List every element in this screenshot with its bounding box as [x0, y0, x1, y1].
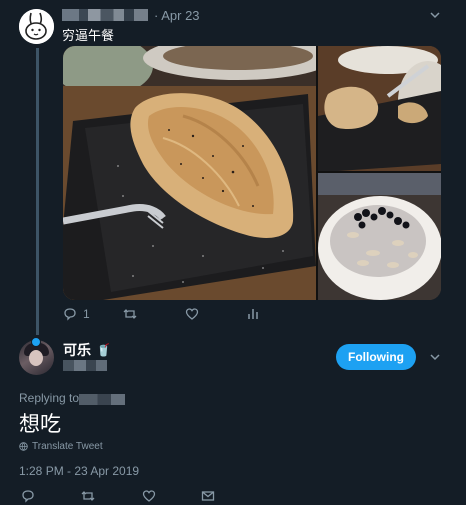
photo-grid: [63, 46, 441, 300]
message-icon[interactable]: [201, 489, 215, 503]
chevron-down-icon[interactable]: [428, 350, 442, 364]
globe-icon: [19, 442, 28, 451]
tweet-text: 穷逼午餐: [62, 28, 115, 43]
translate-tweet-link[interactable]: Translate Tweet: [19, 441, 103, 452]
reply-author-handle-redacted: [63, 360, 107, 371]
reply-count: 1: [83, 307, 90, 321]
photo-plate-closeup[interactable]: [318, 46, 441, 171]
retweet-button[interactable]: [123, 307, 137, 321]
replying-to-label: Replying to: [19, 391, 80, 405]
replying-to-handle-redacted[interactable]: [79, 394, 125, 405]
cup-emoji-icon: 🥤: [96, 343, 111, 357]
analytics-button[interactable]: [246, 307, 260, 321]
photo-oatmeal-bowl[interactable]: [318, 173, 441, 300]
tweet-date[interactable]: · Apr 23: [154, 8, 200, 23]
tweet-actions: 1: [63, 307, 283, 325]
status-dot-icon: [31, 337, 41, 347]
reply-icon[interactable]: [21, 489, 35, 503]
rabbit-avatar-icon: [19, 9, 54, 44]
tweet-timestamp[interactable]: 1:28 PM - 23 Apr 2019: [19, 464, 139, 478]
retweet-icon[interactable]: [81, 489, 95, 503]
reply-tweet-actions: [19, 489, 239, 505]
reply-button[interactable]: 1: [63, 307, 90, 321]
author-avatar[interactable]: [19, 9, 54, 44]
following-button[interactable]: Following: [336, 344, 416, 370]
like-icon[interactable]: [142, 489, 156, 503]
photo-chicken[interactable]: [63, 46, 316, 300]
chevron-down-icon[interactable]: [428, 8, 442, 22]
display-name: 可乐: [63, 342, 91, 358]
reply-icon: [64, 308, 76, 321]
analytics-icon: [248, 309, 258, 319]
reply-author-name[interactable]: 可乐 🥤: [63, 340, 111, 360]
translate-label: Translate Tweet: [32, 441, 103, 452]
retweet-icon: [123, 309, 137, 319]
reply-tweet-text: 想吃: [19, 413, 61, 436]
author-name-redacted: [62, 9, 148, 21]
like-icon: [185, 308, 199, 320]
like-button[interactable]: [185, 307, 199, 321]
thread-connector: [36, 48, 39, 335]
